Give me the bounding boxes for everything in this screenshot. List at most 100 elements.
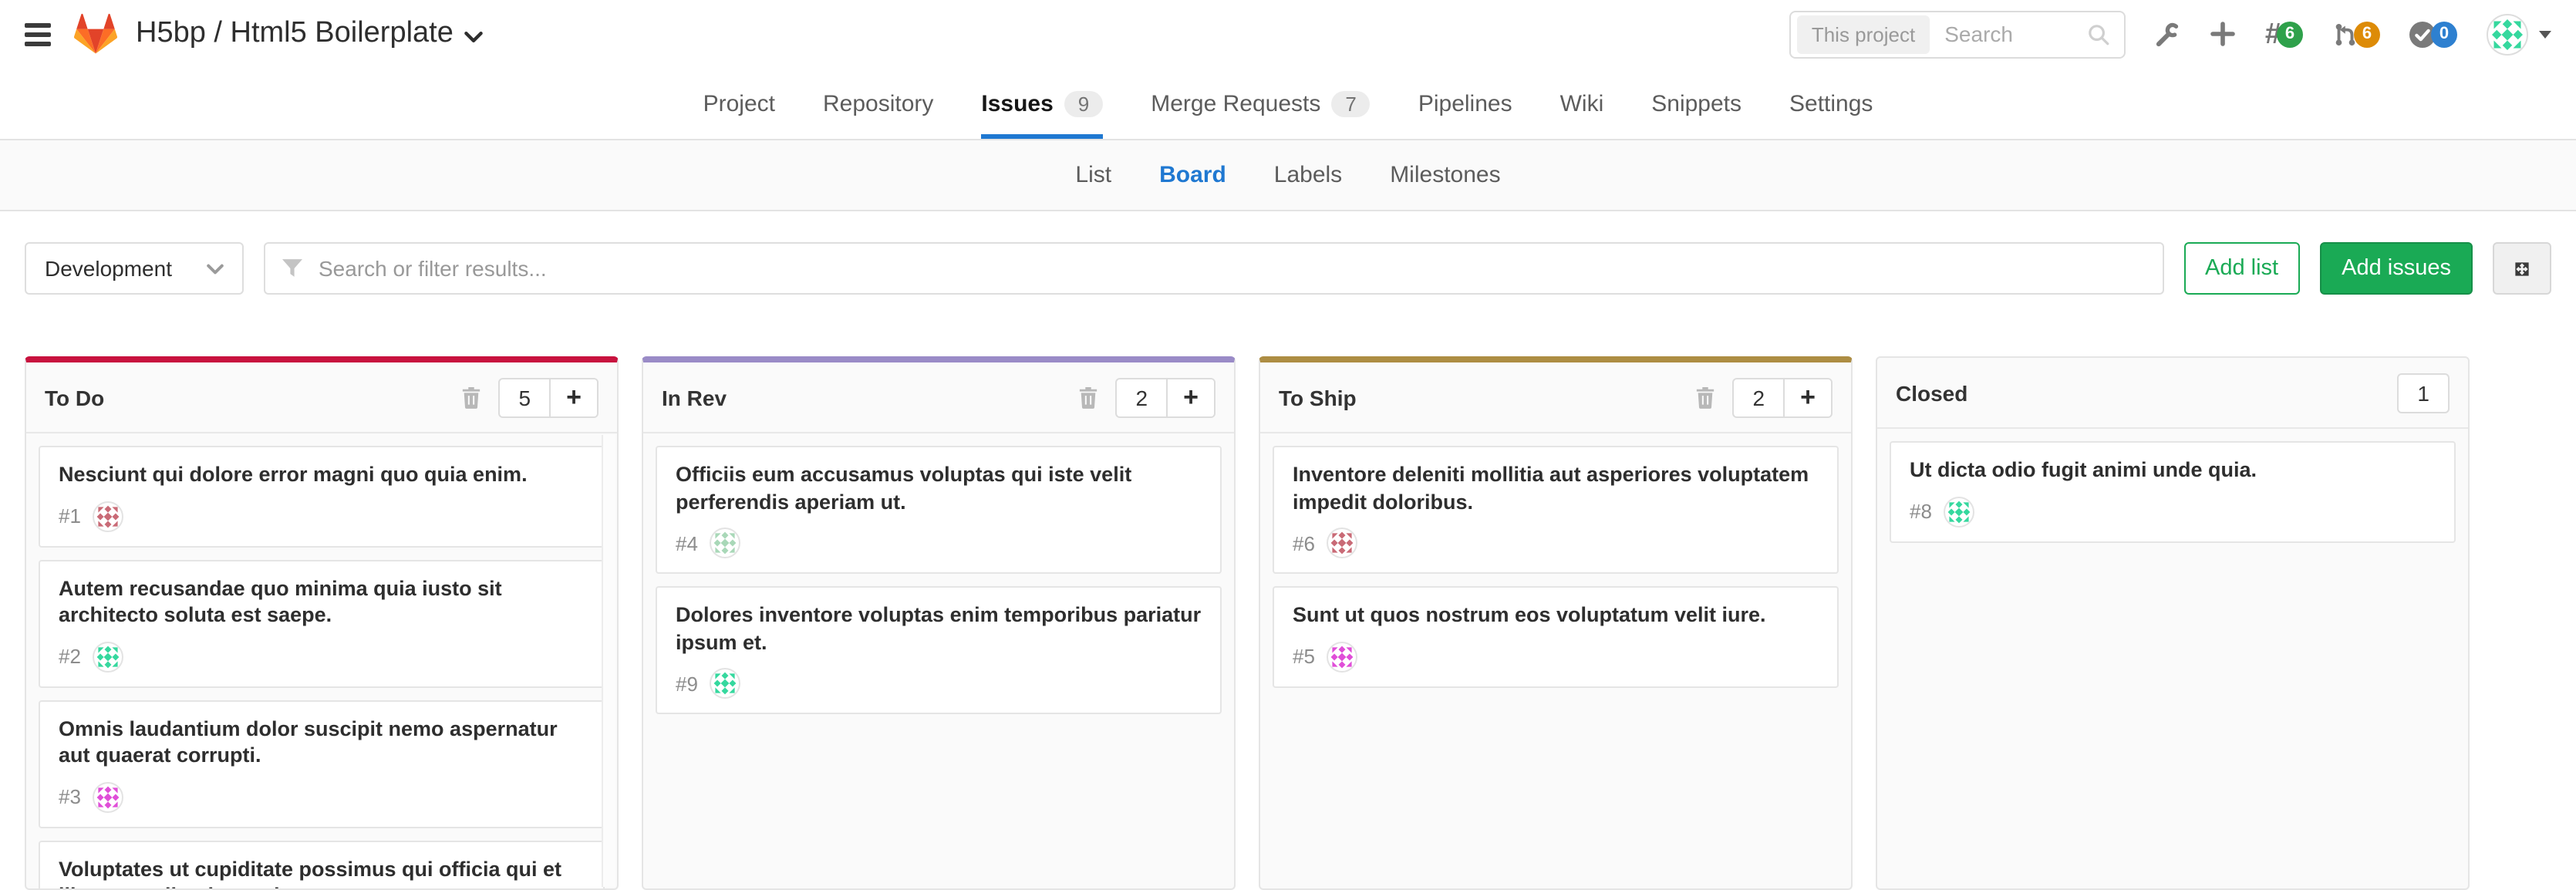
add-issue-to-list-button[interactable]: + <box>1166 379 1214 416</box>
menu-toggle-button[interactable] <box>25 22 51 46</box>
column-header: In Rev 2 + <box>643 362 1234 433</box>
merge-requests-nav-badge: 7 <box>1331 90 1370 116</box>
issue-meta: #4 <box>676 528 1202 558</box>
issue-number: #2 <box>59 645 81 668</box>
issue-card[interactable]: Inventore deleniti mollitia aut asperior… <box>1273 446 1839 574</box>
issue-title: Dolores inventore voluptas enim temporib… <box>676 602 1202 656</box>
assignee-avatar[interactable] <box>93 641 124 672</box>
add-list-button[interactable]: Add list <box>2183 242 2300 295</box>
global-search[interactable]: This project <box>1790 10 2126 58</box>
issue-card[interactable]: Sunt ut quos nostrum eos voluptatum veli… <box>1273 586 1839 687</box>
new-menu-button[interactable] <box>2211 22 2236 46</box>
issue-card[interactable]: Voluptates ut cupiditate possimus qui of… <box>39 840 605 888</box>
column-title: Closed <box>1896 380 1967 405</box>
chevron-down-icon <box>464 30 483 42</box>
subnav-tab-labels[interactable]: Labels <box>1274 162 1342 188</box>
issue-meta: #3 <box>59 781 585 812</box>
issues-nav-badge: 9 <box>1064 90 1103 116</box>
column-actions: 5 + <box>462 377 598 417</box>
issue-meta: #9 <box>676 668 1202 699</box>
chevron-down-icon <box>206 263 223 274</box>
todos-shortcut-button[interactable]: 0 <box>2409 21 2457 47</box>
subnav-tab-milestones[interactable]: Milestones <box>1390 162 1500 188</box>
nav-tab-settings[interactable]: Settings <box>1789 68 1873 139</box>
issue-card[interactable]: Dolores inventore voluptas enim temporib… <box>656 586 1222 714</box>
global-search-input[interactable] <box>1941 20 2088 48</box>
issue-board: To Do 5 + Nesciunt qui dolore error magn… <box>0 325 2576 890</box>
issue-card[interactable]: Officiis eum accusamus voluptas qui iste… <box>656 446 1222 574</box>
issue-title: Ut dicta odio fugit animi unde quia. <box>1910 457 2436 484</box>
assignee-avatar[interactable] <box>1327 641 1358 672</box>
navbar-right: This project <box>1790 10 2551 58</box>
nav-tab-issues[interactable]: Issues 9 <box>981 68 1103 139</box>
issues-shortcut-button[interactable]: # 6 <box>2265 19 2303 49</box>
nav-tab-label: Wiki <box>1560 90 1604 116</box>
plus-icon <box>2211 22 2236 46</box>
column-actions: 2 + <box>1696 377 1833 417</box>
issue-number: #6 <box>1293 531 1315 555</box>
nav-tab-merge-requests[interactable]: Merge Requests 7 <box>1151 68 1371 139</box>
add-issue-to-list-button[interactable]: + <box>549 379 597 416</box>
merge-requests-shortcut-button[interactable]: 6 <box>2332 21 2380 47</box>
column-header: Closed 1 + <box>1877 358 2468 429</box>
issue-card[interactable]: Omnis laudantium dolor suscipit nemo asp… <box>39 700 605 828</box>
wrench-icon <box>2156 21 2182 47</box>
column-card-list[interactable]: Ut dicta odio fugit animi unde quia. #8 <box>1877 429 2468 888</box>
board-filter-bar: Development Add list Add issues <box>0 211 2576 325</box>
delete-list-button[interactable] <box>1079 386 1099 409</box>
top-navbar: H5bp / Html5 Boilerplate This project <box>0 0 2576 68</box>
assignee-avatar[interactable] <box>1327 528 1358 558</box>
assignee-avatar[interactable] <box>1944 496 1975 527</box>
column-count-group: 5 + <box>499 377 598 417</box>
nav-tab-wiki[interactable]: Wiki <box>1560 68 1604 139</box>
column-header: To Do 5 + <box>26 362 617 433</box>
column-card-list[interactable]: Officiis eum accusamus voluptas qui iste… <box>643 433 1234 888</box>
expand-arrows-icon <box>2514 257 2530 280</box>
delete-list-button[interactable] <box>462 386 482 409</box>
hamburger-icon <box>25 41 51 46</box>
issue-title: Officiis eum accusamus voluptas qui iste… <box>676 461 1202 515</box>
column-title: In Rev <box>662 385 727 410</box>
column-card-list[interactable]: Inventore deleniti mollitia aut asperior… <box>1260 433 1851 888</box>
nav-tab-project[interactable]: Project <box>703 68 775 139</box>
board-filter-input[interactable] <box>315 255 2145 282</box>
issue-card[interactable]: Autem recusandae quo minima quia iusto s… <box>39 559 605 687</box>
delete-list-button[interactable] <box>1696 386 1716 409</box>
nav-tab-repository[interactable]: Repository <box>823 68 933 139</box>
add-issue-to-list-button[interactable]: + <box>1783 379 1831 416</box>
assignee-avatar[interactable] <box>710 528 741 558</box>
nav-tab-label: Pipelines <box>1418 90 1512 116</box>
column-scrollbar[interactable] <box>602 435 615 887</box>
board-selector-value: Development <box>45 256 172 281</box>
board-filter-field <box>263 242 2163 295</box>
issues-subnav: List Board Labels Milestones <box>0 140 2576 211</box>
gitlab-logo-icon[interactable] <box>74 12 119 56</box>
column-count-group: 2 + <box>1733 377 1833 417</box>
fullscreen-button[interactable] <box>2493 242 2551 295</box>
issue-title: Nesciunt qui dolore error magni quo quia… <box>59 461 585 488</box>
subnav-tab-board[interactable]: Board <box>1159 162 1226 188</box>
issue-number: #4 <box>676 531 698 555</box>
add-issues-button[interactable]: Add issues <box>2320 242 2473 295</box>
nav-tab-pipelines[interactable]: Pipelines <box>1418 68 1512 139</box>
hamburger-icon <box>25 22 51 27</box>
column-count-group: 2 + <box>1116 377 1216 417</box>
issue-meta: #2 <box>59 641 585 672</box>
issues-count-badge: 6 <box>2277 21 2303 47</box>
issue-meta: #1 <box>59 501 585 531</box>
board-selector-dropdown[interactable]: Development <box>25 242 243 295</box>
search-scope-chip: This project <box>1798 15 1929 53</box>
admin-area-button[interactable] <box>2156 21 2182 47</box>
caret-down-icon <box>2539 30 2551 38</box>
assignee-avatar[interactable] <box>93 501 124 531</box>
issue-card[interactable]: Nesciunt qui dolore error magni quo quia… <box>39 446 605 547</box>
issue-meta: #8 <box>1910 496 2436 527</box>
column-card-list[interactable]: Nesciunt qui dolore error magni quo quia… <box>26 433 617 888</box>
project-switcher[interactable]: H5bp / Html5 Boilerplate <box>136 17 483 51</box>
user-menu[interactable] <box>2487 13 2551 55</box>
assignee-avatar[interactable] <box>93 781 124 812</box>
assignee-avatar[interactable] <box>710 668 741 699</box>
subnav-tab-list[interactable]: List <box>1075 162 1111 188</box>
nav-tab-snippets[interactable]: Snippets <box>1651 68 1741 139</box>
issue-card[interactable]: Ut dicta odio fugit animi unde quia. #8 <box>1890 441 2456 542</box>
